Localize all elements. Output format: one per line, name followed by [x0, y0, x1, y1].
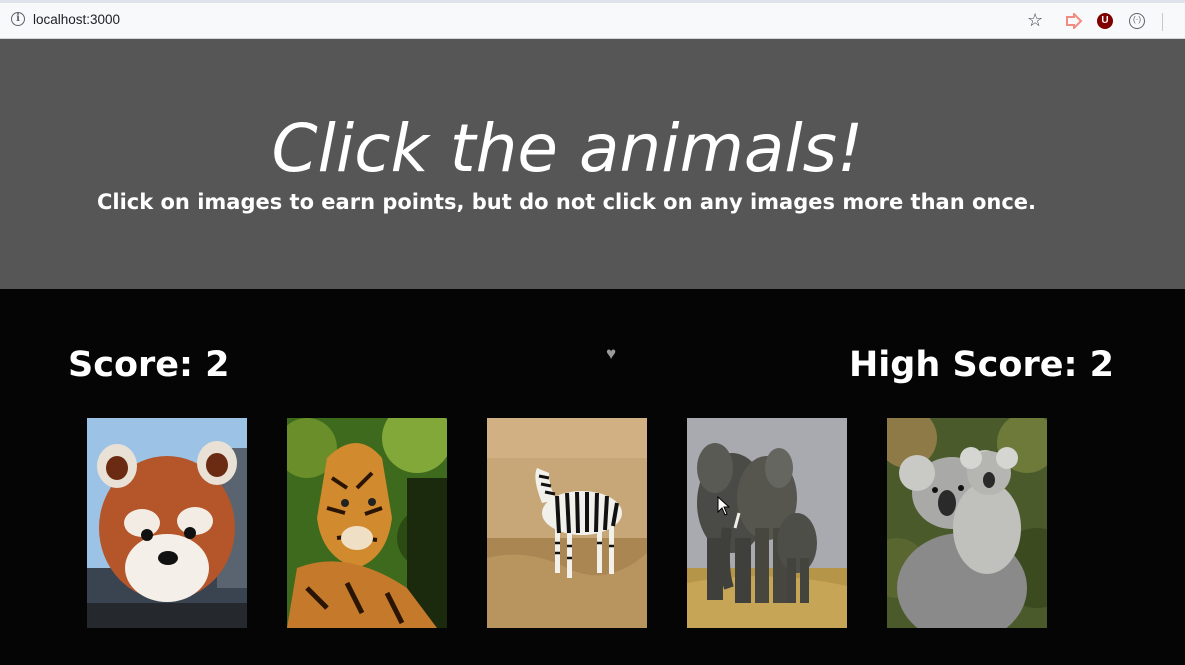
header-banner: Click the animals! Click on images to ea… — [0, 39, 1185, 289]
info-icon[interactable]: i — [11, 12, 25, 26]
animal-cards — [87, 418, 1047, 628]
mouse-cursor-icon — [717, 496, 731, 516]
address-bar[interactable]: localhost:3000 — [33, 12, 120, 27]
page-title: Click the animals! — [271, 110, 864, 187]
elephants-image — [687, 418, 847, 628]
star-icon[interactable]: ☆ — [1027, 10, 1043, 30]
heart-icon: ♥ — [606, 344, 617, 363]
page-subtitle: Click on images to earn points, but do n… — [96, 190, 1037, 214]
browser-toolbar: i localhost:3000 ☆ U (·) — [0, 0, 1185, 39]
koala-image — [887, 418, 1047, 628]
score-display: Score: 2 — [68, 345, 230, 385]
zebra-image — [487, 418, 647, 628]
high-score-display: High Score: 2 — [849, 345, 1114, 385]
extension-icon[interactable]: (·) — [1129, 13, 1145, 29]
red-panda-image — [87, 418, 247, 628]
ublock-icon[interactable]: U — [1097, 13, 1113, 29]
toolbar-divider — [1162, 13, 1163, 31]
animal-card-koala[interactable] — [887, 418, 1047, 628]
animal-card-tiger[interactable] — [287, 418, 447, 628]
extension-arrow-icon[interactable] — [1065, 13, 1083, 29]
animal-card-red-panda[interactable] — [87, 418, 247, 628]
animal-card-zebra[interactable] — [487, 418, 647, 628]
tiger-image — [287, 418, 447, 628]
toolbar-icons: ☆ U (·) — [1025, 10, 1185, 32]
animal-card-elephants[interactable] — [687, 418, 847, 628]
